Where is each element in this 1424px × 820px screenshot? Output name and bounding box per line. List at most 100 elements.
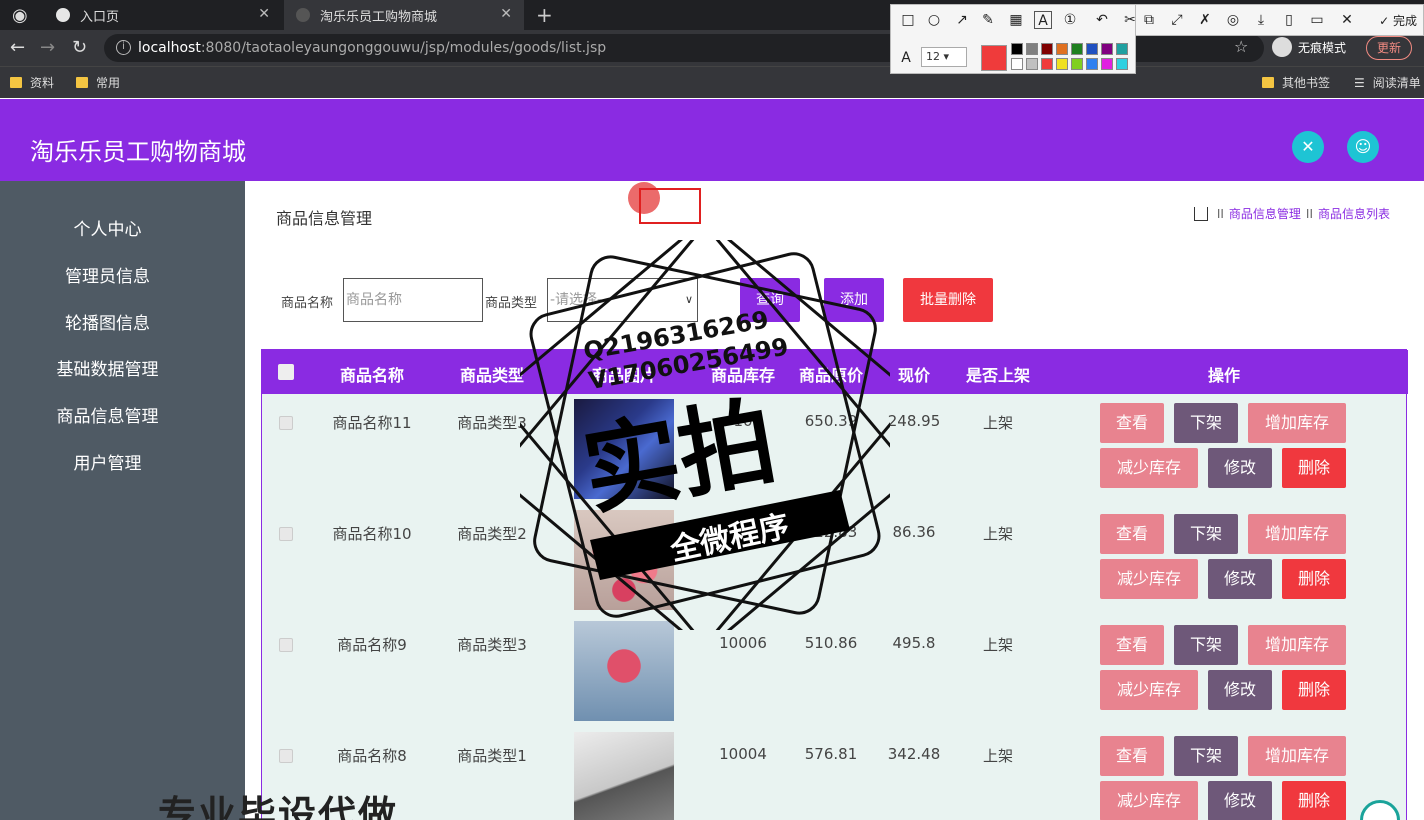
user-icon[interactable]: ☺ [1347,131,1379,163]
batch-delete-button[interactable]: 批量删除 [903,278,993,322]
reading-list[interactable]: ☰ 阅读清单 [1354,74,1421,91]
update-button[interactable]: 更新 [1366,36,1413,60]
add-stock-button[interactable]: 增加库存 [1248,514,1346,554]
delete-button[interactable]: 删除 [1282,448,1346,488]
add-stock-button[interactable]: 增加库存 [1248,403,1346,443]
color-swatch[interactable] [1071,43,1083,55]
reduce-stock-button[interactable]: 减少库存 [1100,670,1198,710]
pen-tool-icon[interactable]: ✎ [979,11,997,29]
record-icon[interactable]: ◎ [1224,11,1242,29]
close-icon[interactable]: ✕ [258,6,270,22]
color-swatch[interactable] [1011,43,1023,55]
close-icon[interactable]: ✕ [500,6,512,22]
col-actions: 操作 [1207,366,1240,385]
reduce-stock-button[interactable]: 减少库存 [1100,559,1198,599]
bookmark-folder[interactable]: 常用 [76,74,120,91]
color-swatch[interactable] [1071,58,1083,70]
save-icon[interactable]: ▭ [1308,11,1326,29]
color-swatch[interactable] [1026,43,1038,55]
color-swatch[interactable] [1056,43,1068,55]
number-tool-icon[interactable]: ① [1061,11,1079,29]
tab-entry[interactable]: 入口页 ✕ [44,0,282,30]
sidebar-item-goods[interactable]: 商品信息管理 [0,402,215,427]
home-icon[interactable] [1193,206,1208,221]
sidebar-item-admins[interactable]: 管理员信息 [0,262,215,287]
finish-button[interactable]: ✓ 完成 [1379,12,1417,29]
ellipse-tool-icon[interactable]: ○ [925,11,943,29]
color-swatch[interactable] [1101,43,1113,55]
fullscreen-toggle-icon[interactable]: ✕ [1292,131,1324,163]
copy-icon[interactable]: ⧉ [1140,11,1158,29]
edit-button[interactable]: 修改 [1208,559,1272,599]
view-button[interactable]: 查看 [1100,625,1164,665]
sidebar-item-profile[interactable]: 个人中心 [0,215,215,240]
select-all-checkbox[interactable] [278,364,294,380]
name-search-input[interactable]: 商品名称 [343,278,483,322]
rectangle-tool-icon[interactable]: □ [899,11,917,29]
table-row: 商品名称8 商品类型1 10004 576.81 342.48 上架 查看 下架 增加库存 减少库… [262,728,1408,820]
undo-icon[interactable]: ↶ [1093,11,1111,29]
view-button[interactable]: 查看 [1100,514,1164,554]
breadcrumb-item[interactable]: 商品信息列表 [1318,205,1390,222]
reduce-stock-button[interactable]: 减少库存 [1100,448,1198,488]
delete-button[interactable]: 删除 [1282,559,1346,599]
font-size-value: 12 [926,50,940,63]
row-checkbox[interactable] [279,638,293,652]
add-stock-button[interactable]: 增加库存 [1248,625,1346,665]
edit-button[interactable]: 修改 [1208,781,1272,820]
edit-button[interactable]: 修改 [1208,448,1272,488]
current-color-swatch[interactable] [981,45,1007,71]
forward-icon[interactable]: → [40,37,55,58]
color-swatch[interactable] [1086,43,1098,55]
row-checkbox[interactable] [279,416,293,430]
color-swatch[interactable] [1011,58,1023,70]
tab-shop[interactable]: 淘乐乐员工购物商城 ✕ [284,0,524,30]
unlist-button[interactable]: 下架 [1174,625,1238,665]
sidebar-item-carousel[interactable]: 轮播图信息 [0,309,215,334]
unlist-button[interactable]: 下架 [1174,403,1238,443]
bookmark-folder[interactable]: 资料 [10,74,54,91]
row-checkbox[interactable] [279,749,293,763]
incognito-indicator[interactable]: 无痕模式 [1272,37,1346,57]
view-button[interactable]: 查看 [1100,736,1164,776]
color-swatch[interactable] [1056,58,1068,70]
color-swatch[interactable] [1101,58,1113,70]
color-swatch[interactable] [1041,58,1053,70]
view-button[interactable]: 查看 [1100,403,1164,443]
delete-button[interactable]: 删除 [1282,781,1346,820]
pin-icon[interactable]: ✗ [1196,11,1214,29]
cancel-icon[interactable]: ✕ [1338,11,1356,29]
delete-button[interactable]: 删除 [1282,670,1346,710]
color-swatch[interactable] [1041,43,1053,55]
back-icon[interactable]: ← [10,37,25,58]
unlist-button[interactable]: 下架 [1174,736,1238,776]
add-stock-button[interactable]: 增加库存 [1248,736,1346,776]
reduce-stock-button[interactable]: 减少库存 [1100,781,1198,820]
font-size-select[interactable]: 12 ▾ [921,47,967,67]
incognito-icon [1272,37,1292,57]
reload-icon[interactable]: ↻ [72,37,87,58]
arrow-tool-icon[interactable]: ↗ [953,11,971,29]
sidebar-item-base-data[interactable]: 基础数据管理 [0,355,215,380]
mosaic-tool-icon[interactable]: ▦ [1007,11,1025,29]
info-icon[interactable]: i [116,40,131,55]
breadcrumb-item[interactable]: 商品信息管理 [1229,205,1301,222]
color-swatch[interactable] [1116,43,1128,55]
phone-icon[interactable]: ▯ [1280,11,1298,29]
breadcrumb: II 商品信息管理 II 商品信息列表 [1193,205,1390,222]
folder-icon [1262,77,1274,88]
bookmark-star-icon[interactable]: ☆ [1234,37,1248,56]
edit-button[interactable]: 修改 [1208,670,1272,710]
color-swatch[interactable] [1026,58,1038,70]
sidebar-item-users[interactable]: 用户管理 [0,449,215,474]
browser-menu-icon[interactable]: ◉ [12,5,28,26]
color-swatch[interactable] [1086,58,1098,70]
color-swatch[interactable] [1116,58,1128,70]
text-tool-icon[interactable]: A [1034,11,1052,29]
row-checkbox[interactable] [279,527,293,541]
download-icon[interactable]: ⤓ [1252,11,1270,29]
new-tab-icon[interactable]: + [536,3,553,27]
unlist-button[interactable]: 下架 [1174,514,1238,554]
bookmark-folder[interactable]: 其他书签 [1262,74,1330,91]
fullscreen-icon[interactable]: ⤢ [1168,11,1186,29]
